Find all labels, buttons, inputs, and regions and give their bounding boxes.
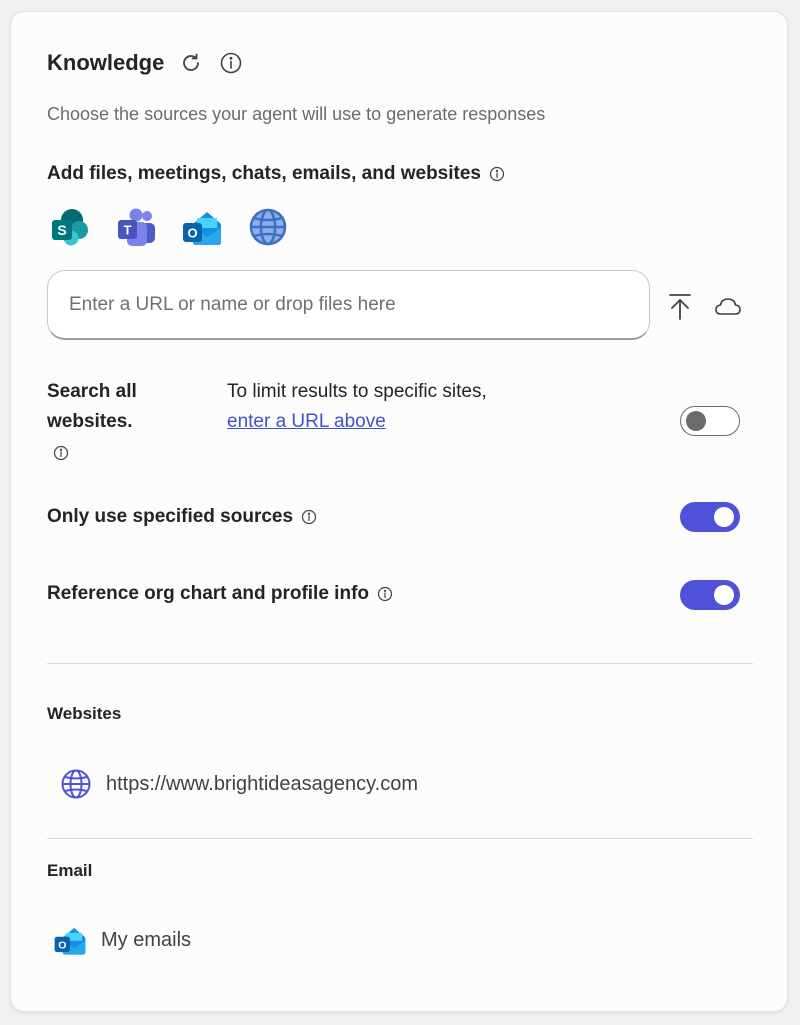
toggle-knob — [714, 585, 734, 605]
website-url: https://www.brightideasagency.com — [106, 772, 419, 795]
source-icons: S T O — [47, 204, 311, 250]
subtitle: Choose the sources your agent will use t… — [47, 104, 546, 124]
toggle-knob — [714, 507, 734, 527]
divider — [47, 663, 753, 664]
svg-text:T: T — [124, 223, 132, 238]
email-label: My emails — [101, 928, 192, 951]
search-all-text: Search all websites. — [47, 381, 137, 432]
search-all-toggle[interactable] — [680, 406, 740, 436]
add-sources-heading: Add files, meetings, chats, emails, and … — [47, 163, 505, 185]
only-specified-toggle[interactable] — [680, 502, 740, 532]
upload-icon[interactable] — [662, 289, 698, 325]
email-heading: Email — [47, 861, 93, 880]
page-title: Knowledge — [47, 50, 165, 75]
outlook-icon[interactable]: O — [179, 204, 225, 250]
cloud-icon[interactable] — [710, 289, 746, 325]
org-chart-label: Reference org chart and profile info — [47, 583, 369, 604]
svg-text:O: O — [58, 940, 66, 952]
info-icon[interactable] — [218, 50, 244, 76]
enter-url-link[interactable]: enter a URL above — [227, 411, 386, 432]
search-all-description: To limit results to specific sites, ente… — [227, 377, 487, 437]
websites-heading: Websites — [47, 704, 122, 723]
divider — [47, 838, 753, 839]
toggle-knob — [686, 411, 706, 431]
search-all-label: Search all websites. — [47, 377, 187, 437]
only-specified-row: Only use specified sources — [47, 506, 317, 528]
org-chart-toggle[interactable] — [680, 580, 740, 610]
sharepoint-icon[interactable]: S — [47, 204, 93, 250]
website-item[interactable]: https://www.brightideasagency.com — [59, 767, 418, 801]
globe-icon[interactable] — [245, 204, 291, 250]
knowledge-card: Knowledge Choose the sources your agent … — [10, 11, 788, 1012]
teams-icon[interactable]: T — [113, 204, 159, 250]
url-input[interactable] — [47, 270, 650, 340]
only-specified-label: Only use specified sources — [47, 506, 294, 527]
email-item[interactable]: O My emails — [52, 922, 191, 958]
svg-text:S: S — [57, 222, 66, 238]
globe-icon — [59, 767, 93, 801]
org-chart-row: Reference org chart and profile info — [47, 583, 393, 605]
outlook-icon: O — [52, 922, 88, 958]
search-all-desc-text: To limit results to specific sites, — [227, 381, 487, 402]
info-icon[interactable] — [489, 166, 505, 182]
info-icon[interactable] — [301, 509, 317, 525]
title-row: Knowledge — [47, 48, 244, 78]
info-icon[interactable] — [377, 586, 393, 602]
svg-text:O: O — [187, 226, 197, 241]
add-sources-label: Add files, meetings, chats, emails, and … — [47, 163, 481, 184]
refresh-icon[interactable] — [178, 50, 204, 76]
info-icon[interactable] — [53, 445, 69, 461]
